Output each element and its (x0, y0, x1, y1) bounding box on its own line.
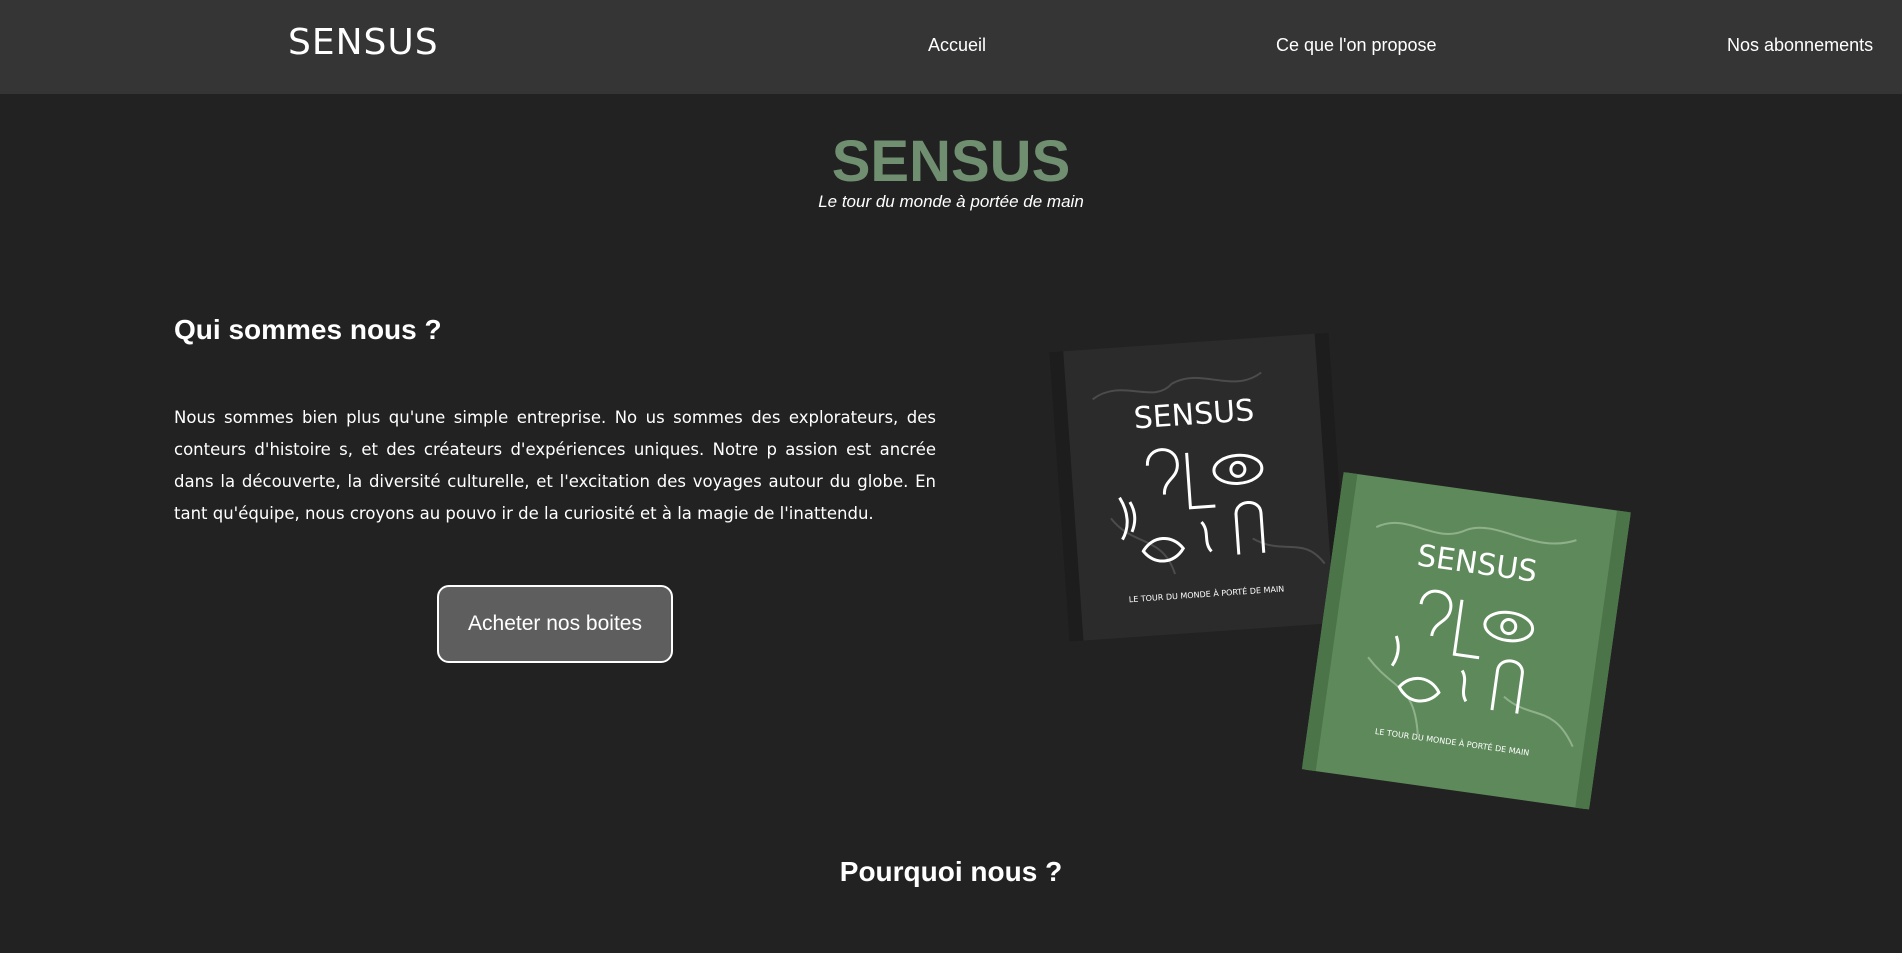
hero-tagline: Le tour du monde à portée de main (818, 192, 1084, 211)
nav-link-nos-abonnements[interactable]: Nos abonnements (1727, 35, 1873, 56)
why-heading: Pourquoi nous ? (839, 856, 1063, 887)
dark-box: SENSUS LE TOUR DU MONDE À PORTÉ DE MAIN (1049, 332, 1349, 642)
product-boxes-image: SENSUS LE TOUR DU MONDE À PORTÉ DE MAIN … (1049, 332, 1631, 810)
green-box-face (1302, 472, 1631, 809)
buy-boxes-button[interactable]: Acheter nos boites (437, 585, 673, 663)
green-box: SENSUS LE TOUR DU MONDE À PORTÉ DE MAIN (1301, 472, 1631, 810)
nav-link-accueil[interactable]: Accueil (928, 35, 986, 56)
top-navbar: SENSUS Accueil Ce que l'on propose Nos a… (0, 0, 1902, 94)
site-logo[interactable]: SENSUS (288, 22, 439, 63)
nav-link-ce-que-l-on-propose[interactable]: Ce que l'on propose (1276, 35, 1437, 56)
about-paragraph: Nous sommes bien plus qu'une simple entr… (174, 408, 936, 523)
about-heading: Qui sommes nous ? (174, 314, 442, 345)
hero-title: SENSUS (831, 129, 1071, 194)
